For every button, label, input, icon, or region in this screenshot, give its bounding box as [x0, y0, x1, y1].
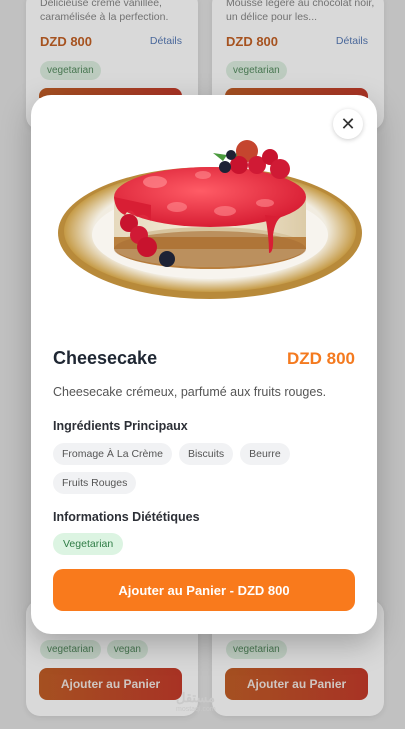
product-description: Cheesecake crémeux, parfumé aux fruits r… [53, 385, 327, 399]
ingredient-chip: Biscuits [178, 443, 234, 465]
add-to-cart-button[interactable]: Ajouter au Panier - DZD 800 [53, 569, 355, 611]
product-modal: ✕ Cheesecake DZD 800 Cheesecake crémeux,… [31, 95, 377, 634]
ingredient-chip: Beurre [240, 443, 290, 465]
watermark: مستقل mostaql.com [176, 690, 216, 713]
ingredient-chip: Fromage À La Crème [53, 443, 172, 465]
title-row: Cheesecake DZD 800 [53, 348, 355, 369]
ingredient-chip: Fruits Rouges [53, 472, 137, 494]
diet-tags: Vegetarian [53, 533, 353, 555]
product-title: Cheesecake [53, 348, 158, 368]
cheesecake-image [58, 140, 362, 299]
product-price: DZD 800 [286, 348, 355, 368]
ingredients-list: Fromage À La Crème Biscuits Beurre Fruit… [53, 443, 353, 494]
watermark-latin: mostaql.com [176, 706, 216, 713]
watermark-arabic: مستقل [176, 690, 215, 705]
diet-tag-vegetarian: Vegetarian [53, 533, 124, 555]
diet-heading: Informations Diététiques [53, 510, 200, 524]
ingredients-heading: Ingrédients Principaux [53, 419, 188, 433]
